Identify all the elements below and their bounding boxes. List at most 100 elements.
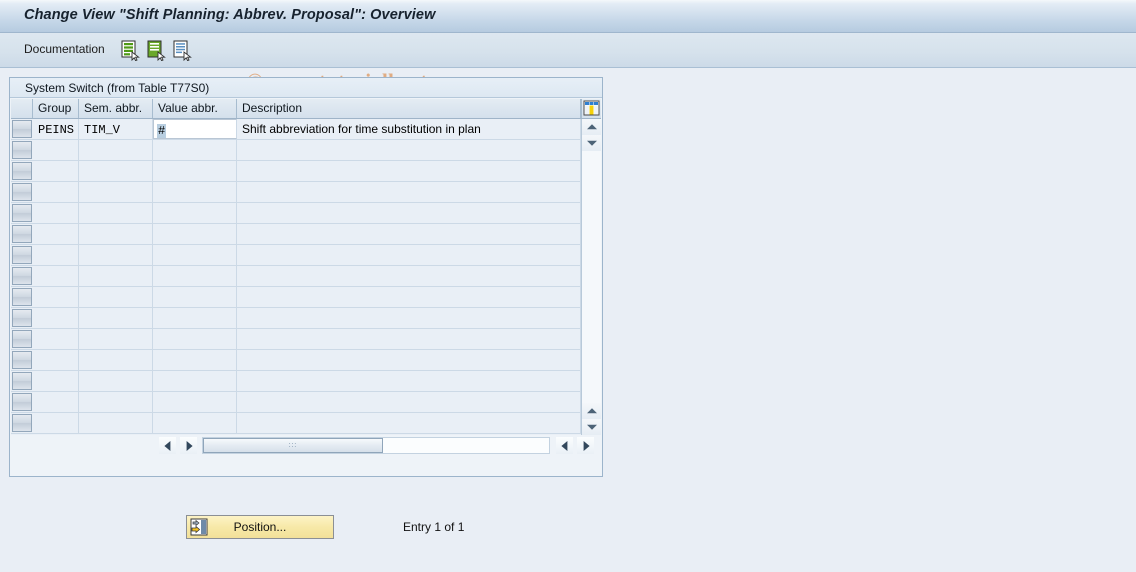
cell-group <box>33 203 79 223</box>
cell-sem-abbr <box>79 350 153 370</box>
table-row[interactable] <box>11 371 581 392</box>
row-select-box[interactable] <box>12 393 32 411</box>
cell-description[interactable]: Shift abbreviation for time substitution… <box>237 119 581 139</box>
cell-sem-abbr <box>79 287 153 307</box>
cell-group[interactable]: PEINS <box>33 119 79 139</box>
cell-group <box>33 413 79 433</box>
panel-header: System Switch (from Table T77S0) <box>10 78 602 98</box>
table-row[interactable] <box>11 224 581 245</box>
table-row[interactable] <box>11 203 581 224</box>
cell-group <box>33 140 79 160</box>
scroll-page-down-arrow-icon[interactable] <box>582 419 601 435</box>
column-header-value-abbr[interactable]: Value abbr. <box>153 99 237 118</box>
table-row[interactable] <box>11 329 581 350</box>
table-row[interactable] <box>11 182 581 203</box>
position-button-label: Position... <box>233 520 287 534</box>
row-select-box[interactable] <box>12 246 32 264</box>
cell-sem-abbr <box>79 245 153 265</box>
scroll-up-arrow-icon[interactable] <box>582 119 601 135</box>
window-title-bar: Change View "Shift Planning: Abbrev. Pro… <box>0 0 1136 33</box>
cell-value-abbr <box>153 287 237 307</box>
cell-text: Shift abbreviation for time substitution… <box>242 122 481 136</box>
cell-group <box>33 329 79 349</box>
cell-value-abbr <box>153 329 237 349</box>
cell-value-abbr[interactable]: # <box>153 119 237 139</box>
table-row[interactable] <box>11 413 581 434</box>
cell-group <box>33 182 79 202</box>
documentation-green-solid-doc-icon[interactable] <box>146 40 167 62</box>
table-row[interactable] <box>11 245 581 266</box>
row-select-box[interactable] <box>12 120 32 138</box>
cell-value-abbr <box>153 308 237 328</box>
table-row[interactable]: PEINS TIM_V # Shift abbreviation for time s… <box>11 119 581 140</box>
cell-sem-abbr <box>79 371 153 391</box>
cell-value-abbr <box>153 266 237 286</box>
cell-description <box>237 350 581 370</box>
table-row[interactable] <box>11 266 581 287</box>
cell-sem-abbr <box>79 161 153 181</box>
cell-sem-abbr[interactable]: TIM_V <box>79 119 153 139</box>
cell-sem-abbr <box>79 329 153 349</box>
cell-text: # <box>157 124 167 138</box>
scroll-left-arrow-icon[interactable] <box>159 437 176 454</box>
cell-value-abbr <box>153 182 237 202</box>
scroll-page-up-arrow-icon[interactable] <box>582 403 601 419</box>
column-settings-icon[interactable] <box>581 99 601 118</box>
cell-group <box>33 392 79 412</box>
row-select-box[interactable] <box>12 183 32 201</box>
table-row[interactable] <box>11 350 581 371</box>
column-header-select[interactable] <box>11 99 33 118</box>
cell-description <box>237 287 581 307</box>
system-switch-grid: Group Sem. abbr. Value abbr. Description… <box>11 99 601 456</box>
row-select-box[interactable] <box>12 372 32 390</box>
cell-value-abbr <box>153 224 237 244</box>
table-row[interactable] <box>11 287 581 308</box>
row-select-box[interactable] <box>12 288 32 306</box>
row-select-box[interactable] <box>12 414 32 432</box>
cell-group <box>33 287 79 307</box>
page-title: Change View "Shift Planning: Abbrev. Pro… <box>24 7 436 23</box>
row-select-box[interactable] <box>12 351 32 369</box>
documentation-green-doc-icon[interactable] <box>120 40 141 62</box>
cell-sem-abbr <box>79 266 153 286</box>
column-header-description[interactable]: Description <box>237 99 581 118</box>
scroll-down-arrow-icon[interactable] <box>582 135 601 151</box>
cell-group <box>33 245 79 265</box>
cell-group <box>33 371 79 391</box>
cell-description <box>237 182 581 202</box>
scroll-right-arrow-icon[interactable] <box>180 437 197 454</box>
row-select-box[interactable] <box>12 309 32 327</box>
grid-vertical-scrollbar[interactable] <box>581 119 601 435</box>
table-row[interactable] <box>11 140 581 161</box>
cell-text: TIM_V <box>84 123 121 137</box>
cell-description <box>237 371 581 391</box>
grid-horizontal-scrollbar[interactable]: ∶∶∶ <box>11 435 601 456</box>
row-select-box[interactable] <box>12 204 32 222</box>
column-header-group[interactable]: Group <box>33 99 79 118</box>
function-toolbar: Documentation © www.tutoria <box>0 33 1136 93</box>
row-select-box[interactable] <box>12 225 32 243</box>
horizontal-scroll-track[interactable]: ∶∶∶ <box>202 437 550 454</box>
entry-status-text: Entry 1 of 1 <box>403 520 465 534</box>
cell-value-abbr <box>153 203 237 223</box>
cell-group <box>33 350 79 370</box>
cell-group <box>33 224 79 244</box>
row-select-box[interactable] <box>12 141 32 159</box>
scroll-right-arrow-icon-2[interactable] <box>577 437 594 454</box>
cell-value-abbr <box>153 371 237 391</box>
table-row[interactable] <box>11 392 581 413</box>
cell-value-abbr <box>153 350 237 370</box>
row-select-box[interactable] <box>12 267 32 285</box>
grid-body: PEINS TIM_V # Shift abbreviation for time s… <box>11 119 601 435</box>
column-header-sem-abbr[interactable]: Sem. abbr. <box>79 99 153 118</box>
row-select-box[interactable] <box>12 330 32 348</box>
cell-description <box>237 224 581 244</box>
table-row[interactable] <box>11 308 581 329</box>
table-row[interactable] <box>11 161 581 182</box>
documentation-blue-lines-doc-icon[interactable] <box>172 40 193 62</box>
row-select-box[interactable] <box>12 162 32 180</box>
cell-sem-abbr <box>79 203 153 223</box>
position-button[interactable]: Position... <box>186 515 334 539</box>
horizontal-scroll-thumb[interactable]: ∶∶∶ <box>203 438 383 453</box>
scroll-left-arrow-icon-2[interactable] <box>556 437 573 454</box>
